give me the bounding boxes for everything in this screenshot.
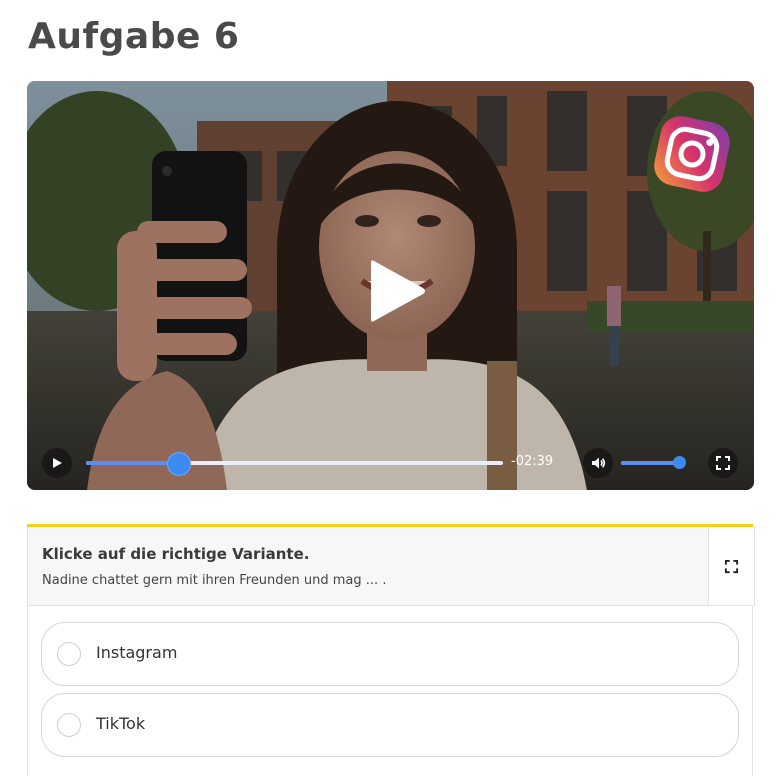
option-label: Instagram — [96, 643, 178, 662]
video-player[interactable]: -02:39 — [27, 81, 754, 490]
page-title: Aufgabe 6 — [28, 16, 240, 57]
video-controls: -02:39 — [27, 446, 754, 480]
expand-icon — [724, 559, 739, 573]
volume-handle[interactable] — [672, 456, 686, 469]
radio-button[interactable] — [57, 713, 81, 737]
radio-button[interactable] — [57, 642, 81, 666]
task-header: Klicke auf die richtige Variante. Nadine… — [27, 527, 708, 606]
task-sentence: Nadine chattet gern mit ihren Freunden u… — [42, 573, 387, 588]
progress-handle[interactable] — [166, 452, 191, 476]
volume-fill — [621, 461, 679, 465]
center-play-button[interactable] — [357, 251, 437, 331]
options-list: Instagram TikTok — [27, 606, 753, 776]
volume-button[interactable] — [583, 448, 613, 478]
expand-button[interactable] — [708, 527, 755, 606]
option-tiktok[interactable]: TikTok — [41, 693, 739, 757]
volume-icon — [592, 457, 606, 469]
task-instruction: Klicke auf die richtige Variante. — [42, 545, 310, 563]
fullscreen-icon — [716, 456, 730, 470]
fullscreen-button[interactable] — [708, 448, 738, 478]
instagram-logo — [654, 116, 730, 192]
progress-fill — [86, 461, 178, 465]
option-instagram[interactable]: Instagram — [41, 622, 739, 686]
task-card: Klicke auf die richtige Variante. Nadine… — [27, 524, 755, 776]
play-icon — [53, 458, 62, 468]
progress-bar[interactable] — [86, 452, 503, 476]
play-icon — [371, 260, 425, 322]
time-remaining: -02:39 — [511, 454, 554, 469]
play-button[interactable] — [42, 448, 72, 478]
volume-slider[interactable] — [621, 456, 686, 469]
option-label: TikTok — [96, 714, 146, 733]
